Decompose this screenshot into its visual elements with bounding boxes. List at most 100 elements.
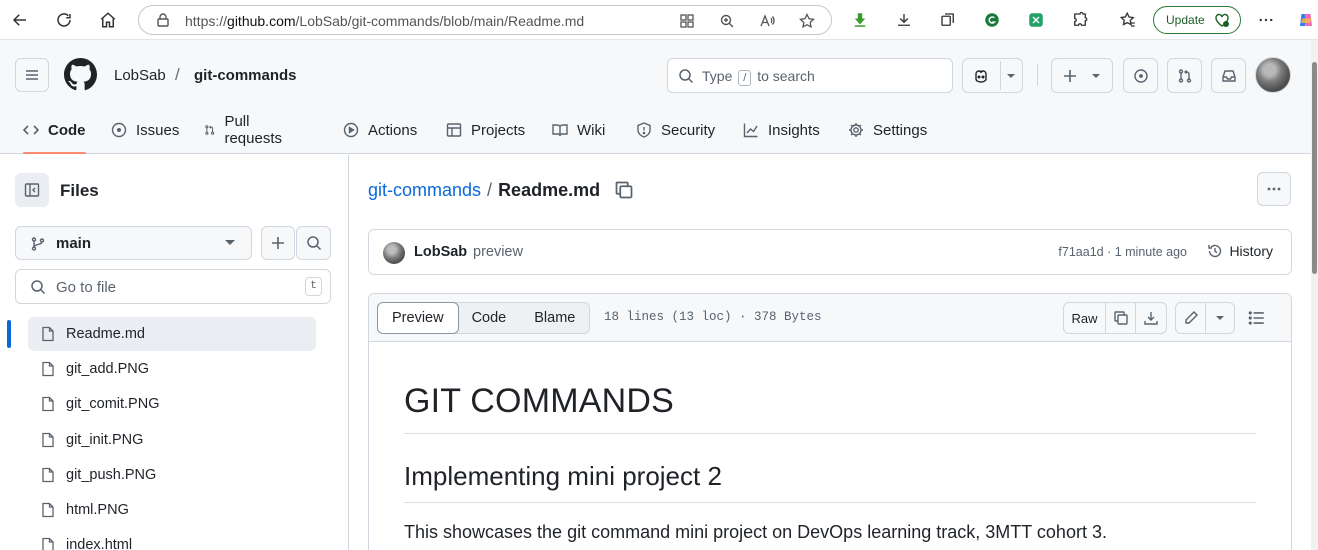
file-icon: [42, 502, 54, 518]
menu-button[interactable]: [15, 58, 49, 92]
scrollbar-thumb[interactable]: [1312, 62, 1317, 274]
collections-icon[interactable]: [936, 8, 960, 32]
copilot-button[interactable]: [962, 58, 1023, 93]
search-input[interactable]: Type / to search: [667, 58, 953, 93]
file-viewer: Preview Code Blame 18 lines (13 loc) · 3…: [368, 293, 1292, 550]
file-item-git-comit[interactable]: git_comit.PNG: [28, 387, 316, 421]
update-button[interactable]: Update: [1153, 6, 1241, 34]
pull-requests-button[interactable]: [1167, 58, 1202, 93]
tab-wiki[interactable]: Wiki: [552, 106, 605, 154]
file-icon: [42, 396, 54, 412]
tab-label: Actions: [368, 121, 418, 139]
path-file-name: Readme.md: [498, 180, 601, 200]
tab-projects[interactable]: Projects: [446, 106, 525, 154]
commit-message[interactable]: preview: [473, 244, 523, 260]
file-item-git-push[interactable]: git_push.PNG: [28, 458, 316, 492]
chevron-down-icon: [1007, 74, 1015, 78]
search-files-button[interactable]: [296, 226, 331, 260]
read-aloud-icon[interactable]: [757, 11, 777, 31]
file-item-git-add[interactable]: git_add.PNG: [28, 352, 316, 386]
go-to-file-input[interactable]: Go to file t: [15, 269, 331, 304]
create-new-button[interactable]: [1051, 58, 1113, 93]
tab-insights[interactable]: Insights: [743, 106, 820, 154]
heart-badge-icon: [1215, 13, 1229, 27]
favorite-star-icon[interactable]: [797, 11, 817, 31]
edit-actions-group: [1175, 302, 1235, 334]
github-logo-icon[interactable]: [64, 58, 97, 91]
copy-raw-button[interactable]: [1106, 303, 1136, 333]
back-arrow-icon[interactable]: [8, 8, 32, 32]
commit-author-avatar[interactable]: [383, 242, 405, 264]
tab-label: Code: [48, 121, 86, 139]
more-menu-icon[interactable]: [1254, 8, 1278, 32]
file-name: git_add.PNG: [66, 361, 150, 377]
address-bar[interactable]: https://github.com/LobSab/git-commands/b…: [138, 5, 832, 35]
history-label: History: [1229, 243, 1273, 259]
refresh-icon[interactable]: [52, 8, 76, 32]
lock-icon[interactable]: [155, 12, 171, 28]
copilot-icon[interactable]: [1294, 8, 1318, 32]
tab-label: Wiki: [577, 121, 606, 139]
download-raw-button[interactable]: [1136, 303, 1166, 333]
tab-actions[interactable]: Actions: [343, 106, 417, 154]
tab-issues[interactable]: Issues: [111, 106, 179, 154]
gear-icon: [849, 123, 863, 137]
collapse-sidebar-button[interactable]: [15, 173, 49, 207]
repo-link[interactable]: git-commands: [194, 67, 297, 84]
file-item-readme[interactable]: Readme.md: [28, 317, 316, 351]
avatar[interactable]: [1255, 57, 1291, 93]
tab-pull-requests[interactable]: Pull requests: [204, 106, 287, 154]
tab-preview[interactable]: Preview: [377, 302, 459, 334]
path-separator: /: [487, 180, 493, 200]
file-item-git-init[interactable]: git_init.PNG: [28, 423, 316, 457]
inbox-button[interactable]: [1211, 58, 1246, 93]
tab-label: Pull requests: [224, 113, 282, 147]
edit-dropdown-button[interactable]: [1206, 303, 1234, 333]
zoom-icon[interactable]: [717, 11, 737, 31]
download-extension-icon[interactable]: [848, 8, 872, 32]
page-scrollbar[interactable]: [1311, 40, 1318, 550]
file-name: git_push.PNG: [66, 467, 157, 483]
add-file-button[interactable]: [261, 226, 295, 260]
owner-link[interactable]: LobSab: [114, 67, 166, 84]
tab-code[interactable]: Code: [23, 106, 86, 154]
commit-hash-time[interactable]: f71aa1d · 1 minute ago: [1058, 245, 1187, 259]
file-icon: [42, 537, 54, 550]
more-options-button[interactable]: [1257, 172, 1291, 206]
kebab-horizontal-icon: [1267, 187, 1281, 191]
file-item-html-png[interactable]: html.PNG: [28, 493, 316, 527]
extensions-puzzle-icon[interactable]: [1068, 8, 1092, 32]
favorites-icon[interactable]: [1116, 8, 1140, 32]
commit-author[interactable]: LobSab: [414, 244, 467, 260]
browser-toolbar: https://github.com/LobSab/git-commands/b…: [0, 0, 1318, 40]
tab-security[interactable]: Security: [636, 106, 715, 154]
edit-file-button[interactable]: [1176, 303, 1206, 333]
pull-request-icon: [1178, 68, 1191, 83]
home-icon[interactable]: [96, 8, 120, 32]
copy-path-icon[interactable]: [614, 180, 634, 200]
sheets-extension-icon[interactable]: [1024, 8, 1048, 32]
search-icon: [306, 236, 321, 251]
tab-code-view[interactable]: Code: [458, 303, 521, 333]
raw-button[interactable]: Raw: [1064, 303, 1106, 333]
issue-opened-icon: [1133, 68, 1148, 83]
update-label: Update: [1166, 13, 1205, 27]
sidebar-collapse-icon: [24, 183, 40, 197]
branch-selector[interactable]: main: [15, 226, 252, 260]
downloads-icon[interactable]: [892, 8, 916, 32]
apps-icon[interactable]: [677, 11, 697, 31]
outline-list-icon[interactable]: [1248, 309, 1266, 327]
tab-blame[interactable]: Blame: [520, 303, 589, 333]
file-name: index.html: [66, 537, 133, 550]
github-header: LobSab / git-commands Type / to search C…: [0, 40, 1318, 154]
tab-label: Issues: [136, 121, 180, 139]
file-item-index-html[interactable]: index.html: [28, 528, 316, 550]
tab-settings[interactable]: Settings: [848, 106, 927, 154]
grammarly-icon[interactable]: [980, 8, 1004, 32]
path-repo-link[interactable]: git-commands: [368, 180, 481, 200]
branch-label: main: [56, 235, 92, 252]
issues-button[interactable]: [1123, 58, 1158, 93]
history-icon: [1208, 244, 1222, 258]
history-button[interactable]: History: [1207, 243, 1273, 259]
inbox-icon: [1221, 69, 1236, 82]
